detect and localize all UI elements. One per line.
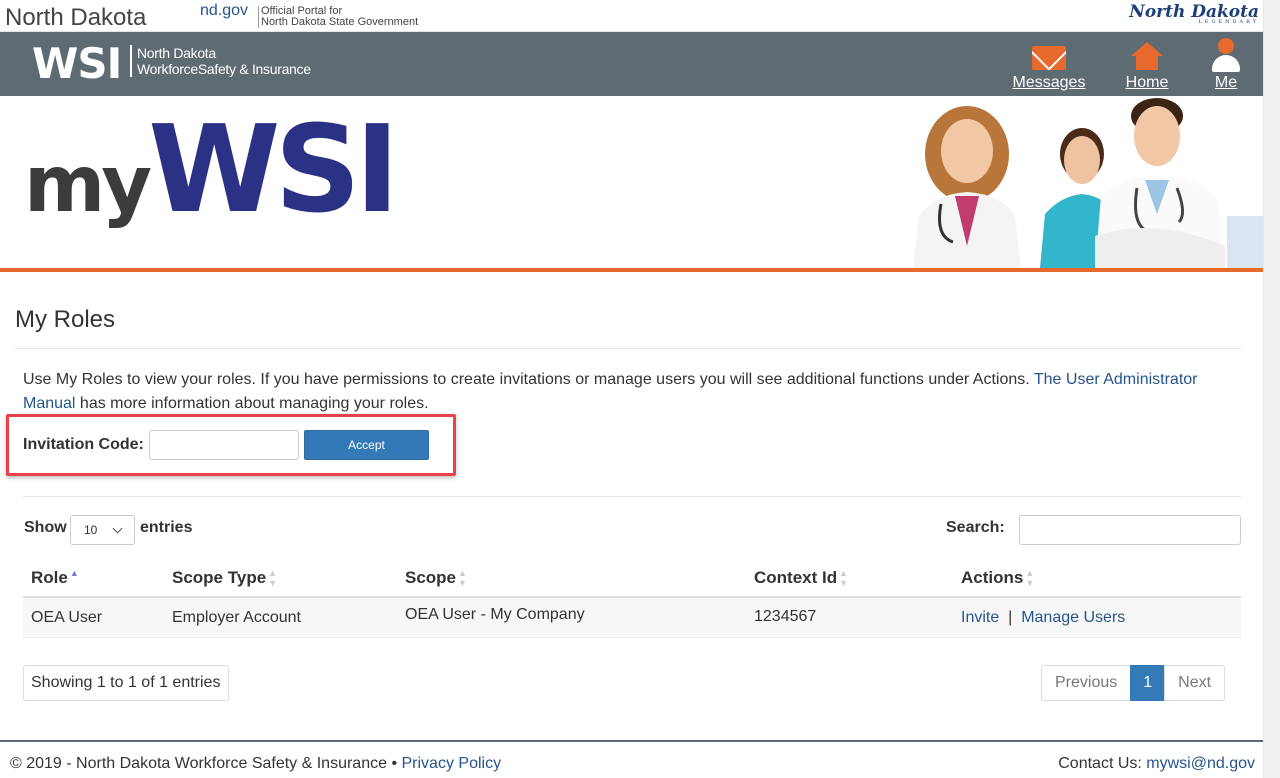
ndgov-link[interactable]: nd.gov — [200, 2, 248, 20]
page-title: My Roles — [15, 306, 116, 333]
footer-contact: Contact Us: mywsi@nd.gov — [1058, 755, 1255, 773]
nav-home-link[interactable]: Home — [1118, 74, 1176, 92]
privacy-policy-link[interactable]: Privacy Policy — [402, 755, 502, 772]
content: North Dakota nd.gov Official Portal for … — [0, 0, 1263, 778]
nav-messages-link[interactable]: Messages — [1010, 74, 1088, 92]
intro-tail: has more information about managing your… — [75, 395, 429, 412]
org-line-1: North Dakota — [137, 45, 216, 61]
nd-state-bar: North Dakota nd.gov Official Portal for … — [0, 0, 1263, 32]
search-input[interactable] — [1019, 515, 1241, 545]
divider — [23, 496, 1241, 497]
sort-icon: ▲ ▼ — [268, 568, 278, 588]
page-1-button[interactable]: 1 — [1130, 665, 1166, 701]
org-line-2: WorkforceSafety & Insurance — [137, 61, 311, 77]
logo-my: my — [24, 140, 152, 230]
vertical-scrollbar[interactable] — [1263, 0, 1280, 778]
cell-actions: Invite | Manage Users — [961, 609, 1125, 627]
search-label: Search: — [946, 519, 1005, 536]
manage-users-link[interactable]: Manage Users — [1021, 609, 1125, 626]
header-scope-type-label: Scope Type — [172, 568, 267, 587]
header-role[interactable]: Role ▲ — [31, 568, 79, 588]
action-separator: | — [1008, 609, 1013, 626]
invitation-code-label: Invitation Code: — [23, 436, 144, 453]
mywsi-logo: myWSI — [24, 111, 400, 231]
invite-link[interactable]: Invite — [961, 609, 999, 626]
wsi-header: WSI North Dakota WorkforceSafety & Insur… — [0, 32, 1263, 96]
intro-body: Use My Roles to view your roles. If you … — [23, 371, 1034, 388]
table-info: Showing 1 to 1 of 1 entries — [23, 665, 229, 701]
header-scope-label: Scope — [405, 568, 457, 587]
pagination: Previous 1 Next — [1041, 665, 1226, 701]
person-icon[interactable] — [1211, 38, 1241, 72]
invitation-code-input[interactable] — [149, 430, 299, 460]
chevron-down-icon — [112, 523, 123, 534]
copyright-text: © 2019 - North Dakota Workforce Safety &… — [10, 755, 402, 772]
divider — [15, 348, 1241, 349]
nd-legendary-logo[interactable]: North Dakota LEGENDARY — [1129, 2, 1259, 25]
sort-icon: ▲ ▼ — [839, 568, 849, 588]
wsi-logo[interactable]: WSI — [32, 40, 122, 88]
medical-staff-photo — [905, 96, 1263, 268]
cell-scope-type: Employer Account — [172, 609, 301, 626]
header-context-id-label: Context Id — [754, 568, 838, 587]
cell-context-id: 1234567 — [754, 608, 817, 625]
header-scope[interactable]: Scope ▲ ▼ — [405, 568, 467, 588]
sort-icon: ▲ ▼ — [1025, 568, 1035, 588]
header-scope-type[interactable]: Scope Type ▲ ▼ — [172, 568, 277, 588]
show-label: Show — [24, 519, 67, 536]
footer: © 2019 - North Dakota Workforce Safety &… — [0, 740, 1263, 778]
sort-asc-icon: ▲ — [69, 568, 79, 578]
contact-email-link[interactable]: mywsi@nd.gov — [1146, 755, 1255, 772]
previous-button[interactable]: Previous — [1041, 665, 1132, 701]
footer-copyright: © 2019 - North Dakota Workforce Safety &… — [10, 755, 501, 773]
logo-wsi: WSI — [148, 101, 399, 240]
wsi-org-name: North Dakota WorkforceSafety & Insurance — [130, 45, 311, 77]
header-role-label: Role — [31, 568, 68, 587]
nav-me[interactable]: Me — [1206, 38, 1246, 92]
home-icon[interactable] — [1131, 42, 1163, 70]
envelope-icon[interactable] — [1032, 46, 1066, 70]
cell-role: OEA User — [31, 609, 103, 626]
accept-button[interactable]: Accept — [304, 430, 429, 460]
portal-line-2: North Dakota State Government — [261, 16, 419, 28]
sort-icon: ▲ ▼ — [458, 568, 467, 588]
length-value: 10 — [84, 523, 98, 537]
intro-text: Use My Roles to view your roles. If you … — [23, 368, 1223, 416]
header-context-id[interactable]: Context Id ▲ ▼ — [754, 568, 848, 588]
header-actions[interactable]: Actions ▲ ▼ — [961, 568, 1034, 588]
cell-scope: OEA User - My Company — [405, 606, 585, 623]
nav-home[interactable]: Home — [1118, 40, 1176, 92]
header-actions-label: Actions — [961, 568, 1024, 587]
next-button[interactable]: Next — [1164, 665, 1226, 701]
nd-portal-text: Official Portal for North Dakota State G… — [258, 6, 418, 28]
contact-label: Contact Us: — [1058, 755, 1147, 772]
nd-state-name[interactable]: North Dakota — [5, 4, 146, 32]
nav-messages[interactable]: Messages — [1010, 40, 1088, 92]
entries-length-select[interactable]: 10 — [70, 515, 135, 545]
page: North Dakota nd.gov Official Portal for … — [0, 0, 1280, 778]
mywsi-banner: myWSI — [0, 96, 1263, 272]
entries-label: entries — [140, 519, 193, 536]
nav-me-link[interactable]: Me — [1206, 74, 1246, 92]
